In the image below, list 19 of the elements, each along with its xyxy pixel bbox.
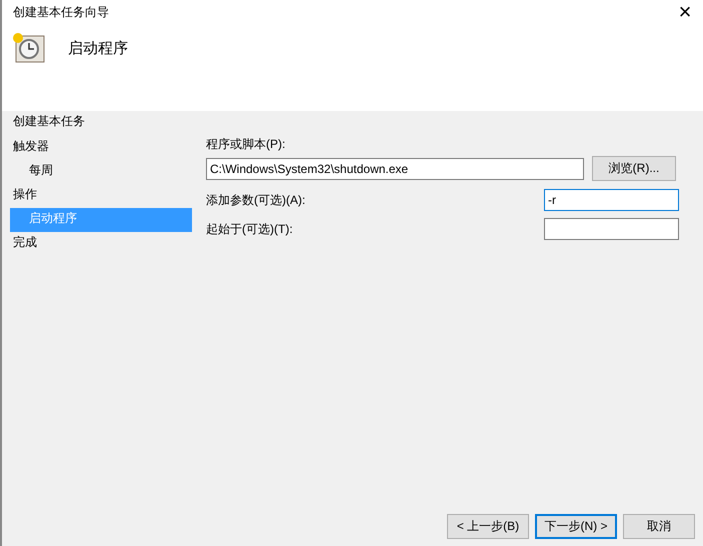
clock-icon — [12, 32, 46, 64]
window-title: 创建基本任务向导 — [13, 4, 109, 20]
sidebar-item[interactable]: 操作 — [10, 184, 192, 208]
field-label: 起始于(可选)(T): — [206, 220, 293, 238]
program-field[interactable]: C:\Windows\System32\shutdown.exe — [206, 158, 584, 180]
field-label: 程序或脚本(P): — [206, 136, 286, 153]
sidebar-item[interactable]: 每周 — [10, 160, 192, 184]
close-button[interactable]: × — [667, 0, 703, 24]
dialog-button[interactable]: 取消 — [623, 514, 695, 539]
page-heading: 启动程序 — [68, 38, 128, 58]
input-field[interactable] — [544, 218, 679, 240]
sidebar-item[interactable]: 触发器 — [10, 136, 192, 160]
browse-button[interactable]: 浏览(R)... — [592, 156, 676, 181]
input-field[interactable]: -r — [544, 188, 679, 210]
dialog-button[interactable]: 下一步(N) > — [535, 514, 617, 539]
field-label: 添加参数(可选)(A): — [206, 192, 306, 208]
dialog-button[interactable]: < 上一步(B) — [447, 514, 529, 539]
sidebar-item[interactable]: 完成 — [10, 232, 192, 256]
sidebar-title: 创建基本任务 — [12, 113, 86, 130]
